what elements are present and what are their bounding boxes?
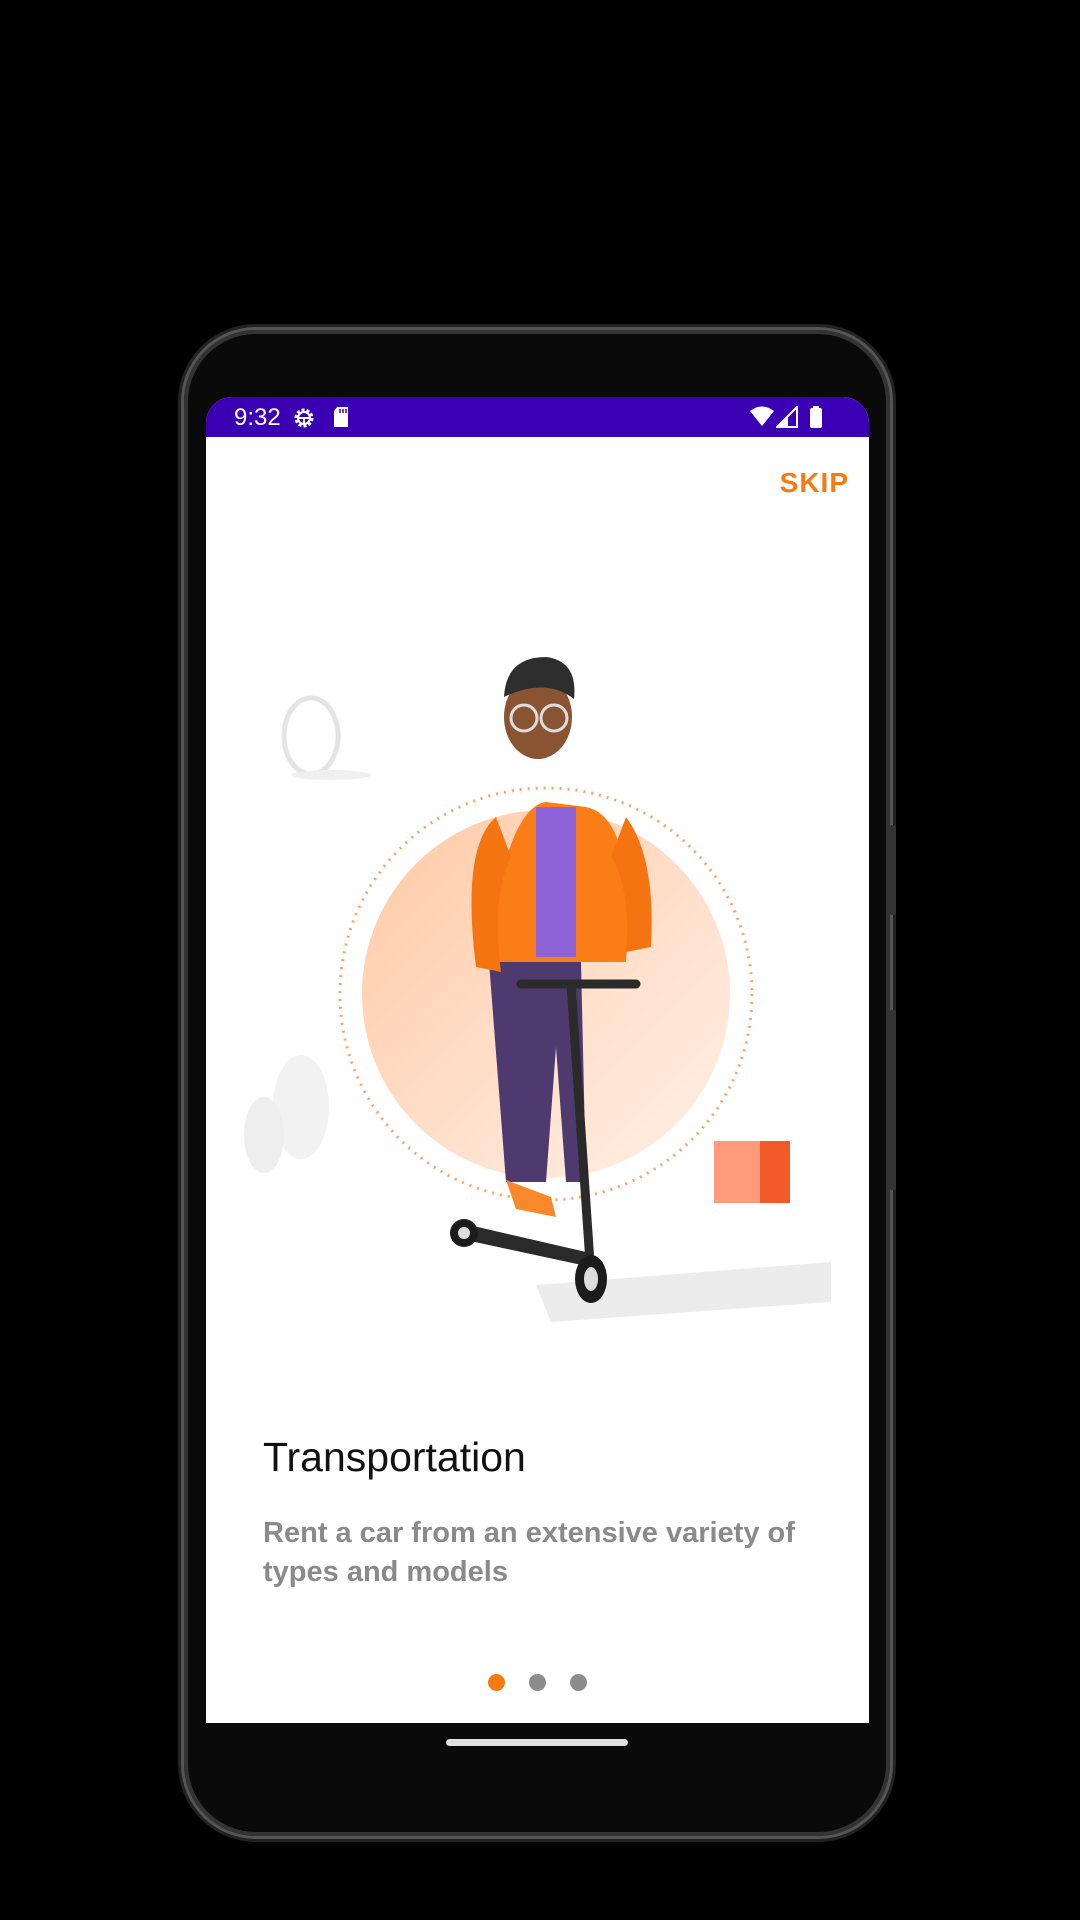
onboarding-title: Transportation — [263, 1434, 526, 1480]
status-bar: 9:32 — [206, 397, 869, 437]
status-time: 9:32 — [234, 404, 281, 431]
skip-button[interactable]: SKIP — [780, 467, 849, 499]
signal-icon — [776, 406, 798, 428]
scooter-illustration — [244, 657, 831, 1322]
settings-icon — [294, 408, 314, 428]
wifi-icon — [750, 406, 774, 426]
sd-card-icon — [334, 407, 348, 427]
page-indicator — [206, 1674, 869, 1691]
screen: 9:32 SKIP Transportation Rent a car from… — [206, 397, 869, 1723]
page-dot-2[interactable] — [529, 1674, 546, 1691]
battery-icon — [810, 406, 822, 428]
volume-button — [890, 825, 896, 915]
onboarding-description: Rent a car from an extensive variety of … — [263, 1517, 795, 1588]
page-dot-1-active[interactable] — [488, 1674, 505, 1691]
page-dot-3[interactable] — [570, 1674, 587, 1691]
power-button — [890, 1010, 896, 1190]
home-gesture-bar[interactable] — [446, 1739, 628, 1746]
